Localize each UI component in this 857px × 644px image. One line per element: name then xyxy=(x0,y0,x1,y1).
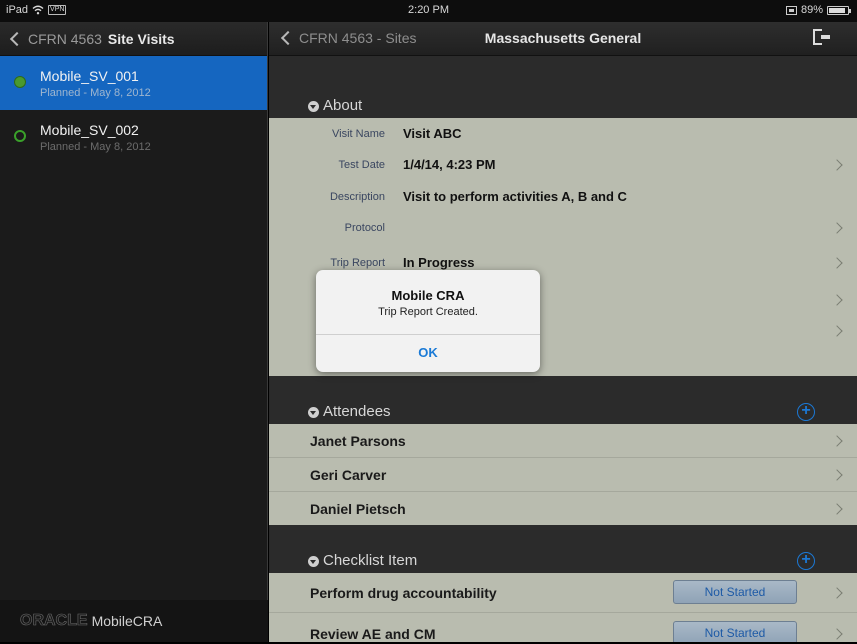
chevron-right-icon xyxy=(831,257,843,269)
checklist-row[interactable]: Review AE and CM Not Started xyxy=(269,614,857,642)
field-value: Visit ABC xyxy=(403,126,462,141)
chevron-right-icon xyxy=(831,503,843,515)
attendee-name: Geri Carver xyxy=(310,467,387,483)
product-name: MobileCRA xyxy=(91,613,163,629)
field-test-date[interactable]: Test Date 1/4/14, 4:23 PM xyxy=(269,149,857,181)
battery-percent: 89% xyxy=(800,4,823,16)
alert-title: Mobile CRA xyxy=(391,288,465,303)
status-pending-icon xyxy=(14,130,26,142)
field-value: 1/4/14, 4:23 PM xyxy=(403,157,496,172)
brand-footer: ORACLE MobileCRA xyxy=(0,600,268,642)
checklist-row[interactable]: Perform drug accountability Not Started xyxy=(269,573,857,613)
collapse-toggle-icon[interactable] xyxy=(308,101,319,112)
visit-name: Mobile_SV_002 xyxy=(40,122,139,138)
field-visit-name[interactable]: Visit Name Visit ABC xyxy=(269,118,857,150)
section-title: Attendees xyxy=(323,403,391,420)
visit-subtitle: Planned - May 8, 2012 xyxy=(40,87,151,99)
chevron-right-icon xyxy=(831,628,843,640)
visit-name: Mobile_SV_001 xyxy=(40,68,139,84)
battery-icon xyxy=(827,5,851,15)
section-title: About xyxy=(323,97,363,114)
attendee-name: Janet Parsons xyxy=(310,433,406,449)
section-title: Checklist Item xyxy=(323,552,418,569)
add-attendee-icon[interactable]: + xyxy=(797,403,815,421)
field-description[interactable]: Description Visit to perform activities … xyxy=(269,181,857,213)
status-bar: iPad VPN 2:20 PM 89% xyxy=(0,0,857,22)
status-time: 2:20 PM xyxy=(408,4,449,16)
visit-item-2[interactable]: Mobile_SV_002 Planned - May 8, 2012 xyxy=(0,110,267,164)
field-protocol[interactable]: Protocol xyxy=(269,212,857,244)
chevron-right-icon xyxy=(831,294,843,306)
back-chevron-icon[interactable] xyxy=(9,31,25,46)
collapse-toggle-icon[interactable] xyxy=(308,556,319,567)
chevron-right-icon xyxy=(831,435,843,447)
left-nav-title: Site Visits xyxy=(107,30,175,47)
ok-button[interactable]: OK xyxy=(316,335,540,372)
field-label: Visit Name xyxy=(332,128,385,140)
attendee-name: Daniel Pietsch xyxy=(310,501,406,517)
attendee-row[interactable]: Geri Carver xyxy=(269,458,857,492)
chevron-right-icon xyxy=(831,469,843,481)
chevron-right-icon xyxy=(831,325,843,337)
left-nav-bar: CFRN 4563 Site Visits xyxy=(0,22,267,56)
visit-subtitle: Planned - May 8, 2012 xyxy=(40,141,151,153)
visit-item-1[interactable]: Mobile_SV_001 Planned - May 8, 2012 xyxy=(0,56,267,110)
right-nav-bar: CFRN 4563 - Sites Massachusetts General xyxy=(269,22,857,56)
attendee-row[interactable]: Daniel Pietsch xyxy=(269,492,857,526)
status-complete-icon xyxy=(14,76,26,88)
field-label: Protocol xyxy=(344,222,385,234)
lock-rotation-icon xyxy=(785,5,797,15)
checklist-list: Perform drug accountability Not Started … xyxy=(269,573,857,642)
attendee-row[interactable]: Janet Parsons xyxy=(269,424,857,458)
back-button-cfrn[interactable]: CFRN 4563 xyxy=(28,31,102,47)
chevron-right-icon xyxy=(831,159,843,171)
field-value: Visit to perform activities A, B and C xyxy=(403,189,627,204)
field-label: Description xyxy=(329,191,385,203)
checklist-item-name: Review AE and CM xyxy=(310,626,436,642)
alert-message: Trip Report Created. xyxy=(378,306,478,318)
add-checklist-item-icon[interactable]: + xyxy=(797,552,815,570)
field-label: Test Date xyxy=(338,159,385,171)
collapse-toggle-icon[interactable] xyxy=(308,407,319,418)
attendees-list: Janet Parsons Geri Carver Daniel Pietsch xyxy=(269,424,857,525)
chevron-right-icon xyxy=(831,222,843,234)
field-label: Trip Report xyxy=(330,257,385,269)
site-visits-panel: CFRN 4563 Site Visits Mobile_SV_001 Plan… xyxy=(0,22,268,642)
chevron-right-icon xyxy=(831,587,843,599)
alert-dialog: Mobile CRA Trip Report Created. OK xyxy=(316,270,540,372)
status-button[interactable]: Not Started xyxy=(673,621,797,642)
status-button[interactable]: Not Started xyxy=(673,580,797,604)
field-value: In Progress xyxy=(403,255,475,270)
oracle-logo: ORACLE xyxy=(20,612,88,630)
logout-icon[interactable] xyxy=(813,29,831,47)
page-title: Massachusetts General xyxy=(484,30,642,46)
checklist-item-name: Perform drug accountability xyxy=(310,585,497,601)
